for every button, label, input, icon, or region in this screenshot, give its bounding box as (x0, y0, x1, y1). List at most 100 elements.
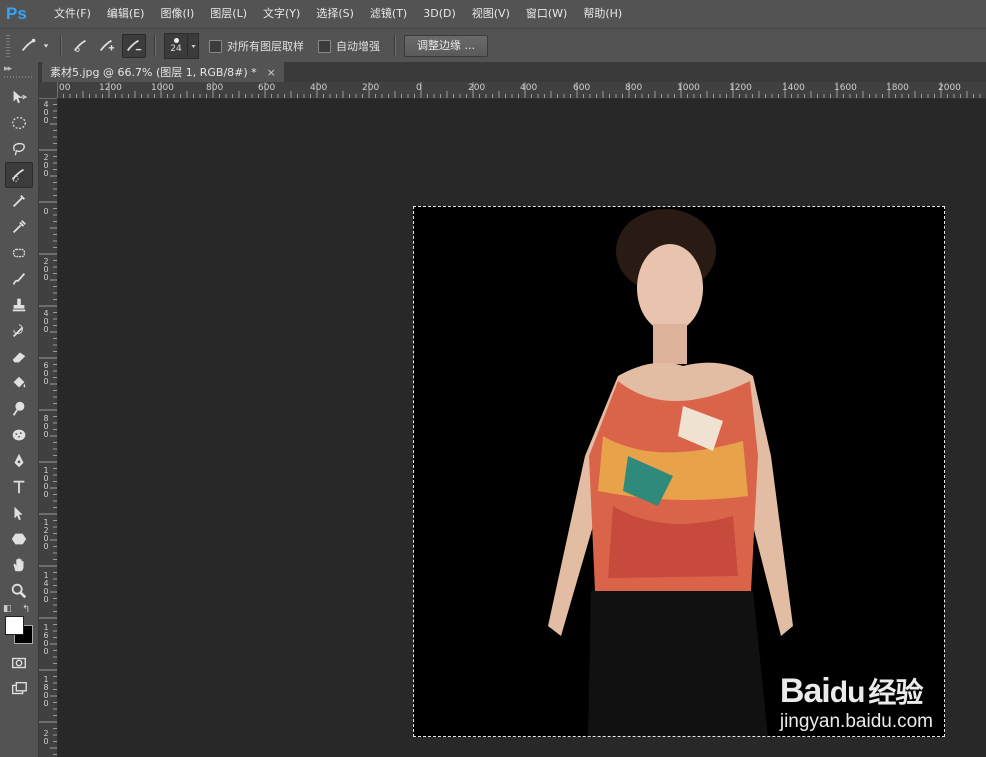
hand-tool-icon[interactable] (5, 552, 33, 578)
ruler-label: 600 (258, 83, 276, 93)
menu-3d[interactable]: 3D(D) (415, 0, 464, 28)
ruler-label: 1200 (99, 83, 122, 93)
ruler-label: 1000 (677, 83, 700, 93)
auto-enhance-label: 自动增强 (336, 40, 380, 53)
refine-edge-button[interactable]: 调整边缘 ... (404, 35, 488, 57)
ruler-label: 200 (362, 83, 380, 93)
ruler-label: 1400 (43, 571, 49, 604)
ruler-label: 200 (468, 83, 486, 93)
paint-bucket-tool-icon[interactable] (5, 370, 33, 396)
eraser-tool-icon[interactable] (5, 344, 33, 370)
document-tab-bar: 素材5.jpg @ 66.7% (图层 1, RGB/8#) * × (39, 62, 986, 82)
menu-layer[interactable]: 图层(L) (202, 0, 255, 28)
zoom-tool-icon[interactable] (5, 578, 33, 604)
ruler-label: 800 (43, 414, 49, 439)
ruler-label: 1400 (782, 83, 805, 93)
ruler-label: 600 (43, 361, 49, 386)
clone-stamp-tool-icon[interactable] (5, 292, 33, 318)
canvas-workspace[interactable]: Baidu 经验 jingyan.baidu.com (58, 99, 986, 757)
lasso-tool-icon[interactable] (5, 136, 33, 162)
horizontal-ruler[interactable]: 00 1200 1000 800 600 400 200 0 200 400 6… (57, 82, 986, 99)
ruler-label: 1600 (43, 623, 49, 656)
sample-all-layers-checkbox[interactable] (209, 39, 222, 53)
ruler-label: 1200 (43, 518, 49, 551)
auto-enhance-checkbox[interactable] (318, 39, 331, 53)
ruler-origin[interactable] (39, 82, 58, 99)
quick-selection-tool-icon[interactable] (5, 162, 33, 188)
quick-selection-preset-icon[interactable] (18, 35, 40, 57)
ruler-label: 0 (416, 83, 422, 93)
selection-marquee (413, 206, 945, 737)
swap-colors-icon[interactable]: ↰ (22, 604, 30, 615)
ruler-label: 00 (59, 83, 71, 93)
tools-panel: ▸▸ ◧ ↰ (0, 62, 39, 757)
baidu-jingyan-watermark: Baidu 经验 jingyan.baidu.com (780, 673, 933, 733)
close-document-icon[interactable]: × (267, 66, 276, 79)
menu-window[interactable]: 窗口(W) (518, 0, 575, 28)
brush-size-display[interactable]: 24 (165, 35, 187, 57)
ruler-label: 800 (625, 83, 643, 93)
new-selection-brush-icon[interactable] (70, 35, 92, 57)
history-brush-tool-icon[interactable] (5, 318, 33, 344)
menu-edit[interactable]: 编辑(E) (99, 0, 153, 28)
options-grip[interactable] (6, 35, 10, 57)
sponge-tool-icon[interactable] (5, 422, 33, 448)
vertical-ruler[interactable]: 400 200 0 200 400 600 800 1000 1200 1400… (39, 98, 58, 757)
healing-brush-tool-icon[interactable] (5, 240, 33, 266)
ruler-label: 400 (43, 309, 49, 334)
ruler-label: 1000 (43, 466, 49, 499)
crop-tool-icon[interactable] (5, 188, 33, 214)
menu-bar: Ps 文件(F) 编辑(E) 图像(I) 图层(L) 文字(Y) 选择(S) 滤… (0, 0, 986, 28)
move-tool-icon[interactable] (5, 84, 33, 110)
options-bar: 24 对所有图层取样 自动增强 调整边缘 ... (0, 28, 986, 64)
eyedropper-tool-icon[interactable] (5, 214, 33, 240)
dodge-tool-icon[interactable] (5, 396, 33, 422)
menu-filter[interactable]: 滤镜(T) (362, 0, 415, 28)
brush-tool-icon[interactable] (5, 266, 33, 292)
menu-image[interactable]: 图像(I) (152, 0, 202, 28)
ruler-label: 20 (43, 729, 49, 746)
ruler-label: 200 (43, 153, 49, 178)
brush-picker-arrow-icon[interactable] (187, 35, 198, 57)
document-tab-title: 素材5.jpg @ 66.7% (图层 1, RGB/8#) * (50, 66, 257, 79)
tools-collapse-icon[interactable]: ▸▸ (0, 62, 38, 76)
color-swatches: ◧ ↰ (0, 604, 36, 650)
foreground-color-swatch[interactable] (5, 616, 24, 635)
watermark-brand: Baidu 经验 (779, 672, 924, 710)
path-selection-tool-icon[interactable] (5, 500, 33, 526)
brush-size-value: 24 (170, 44, 182, 54)
paw-logo-icon: du (829, 676, 866, 709)
default-colors-icon[interactable]: ◧ (3, 604, 12, 614)
shape-tool-icon[interactable] (5, 526, 33, 552)
ruler-label: 1200 (729, 83, 752, 93)
tools-grip[interactable] (4, 76, 34, 78)
ruler-label: 1000 (151, 83, 174, 93)
document-image[interactable]: Baidu 经验 jingyan.baidu.com (413, 206, 945, 737)
subtract-from-selection-brush-icon[interactable] (122, 34, 146, 58)
menu-type[interactable]: 文字(Y) (255, 0, 308, 28)
separator (60, 35, 62, 57)
quick-mask-icon[interactable] (5, 650, 33, 676)
document-tab[interactable]: 素材5.jpg @ 66.7% (图层 1, RGB/8#) * × (42, 62, 284, 82)
add-to-selection-brush-icon[interactable] (96, 35, 118, 57)
menu-select[interactable]: 选择(S) (308, 0, 362, 28)
screen-mode-icon[interactable] (5, 676, 33, 702)
ruler-label: 400 (310, 83, 328, 93)
marquee-tool-icon[interactable] (5, 110, 33, 136)
menu-help[interactable]: 帮助(H) (575, 0, 630, 28)
watermark-url: jingyan.baidu.com (779, 711, 933, 732)
ruler-label: 400 (43, 100, 49, 125)
photoshop-logo: Ps (6, 4, 27, 23)
pen-tool-icon[interactable] (5, 448, 33, 474)
ruler-label: 400 (520, 83, 538, 93)
ruler-label: 1800 (886, 83, 909, 93)
menu-view[interactable]: 视图(V) (464, 0, 518, 28)
ruler-label: 1600 (834, 83, 857, 93)
ruler-label: 1800 (43, 675, 49, 708)
menu-file[interactable]: 文件(F) (46, 0, 99, 28)
ruler-label: 800 (206, 83, 224, 93)
ruler-label: 2000 (938, 83, 961, 93)
preset-dropdown-arrow-icon[interactable] (40, 35, 52, 57)
type-tool-icon[interactable] (5, 474, 33, 500)
brush-size-picker[interactable]: 24 (164, 33, 199, 59)
